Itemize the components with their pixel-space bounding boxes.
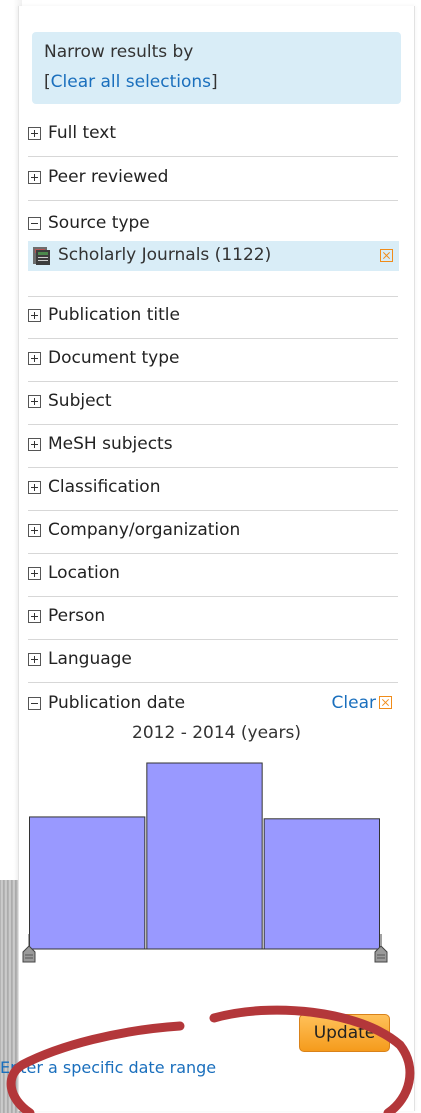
minus-box-icon[interactable]: [28, 217, 41, 230]
histogram-bar[interactable]: [263, 818, 381, 950]
plus-box-icon[interactable]: [28, 395, 41, 408]
facet-source-type: Source type Scholarly Journals (1122): [28, 204, 399, 297]
facet-label: Peer reviewed: [48, 167, 169, 187]
facet-subject[interactable]: Subject: [28, 382, 398, 425]
date-histogram[interactable]: [19, 746, 414, 986]
facet-location[interactable]: Location: [28, 554, 398, 597]
plus-box-icon[interactable]: [28, 524, 41, 537]
histogram-bar[interactable]: [29, 816, 146, 950]
plus-box-icon[interactable]: [28, 481, 41, 494]
plus-box-icon[interactable]: [28, 438, 41, 451]
facet-label: Full text: [48, 123, 117, 143]
narrow-results-title: Narrow results by: [44, 42, 194, 62]
facet-document-type[interactable]: Document type: [28, 339, 398, 382]
plus-box-icon[interactable]: [28, 653, 41, 666]
facet-label: MeSH subjects: [48, 434, 173, 454]
narrow-results-box: Narrow results by [Clear all selections]: [32, 32, 401, 104]
facet-mesh-subjects[interactable]: MeSH subjects: [28, 425, 398, 468]
journal-icon: [33, 247, 50, 265]
plus-box-icon[interactable]: [28, 309, 41, 322]
minus-box-icon[interactable]: [28, 697, 41, 710]
histogram-bar[interactable]: [146, 762, 263, 950]
facet-company-organization[interactable]: Company/organization: [28, 511, 398, 554]
remove-x-icon[interactable]: [379, 696, 392, 709]
facet-label: Document type: [48, 348, 180, 368]
facet-label: Language: [48, 649, 132, 669]
facet-language[interactable]: Language: [28, 640, 398, 683]
facet-panel: Narrow results by [Clear all selections]…: [18, 6, 415, 1111]
facet-label: Publication date: [48, 693, 186, 713]
clear-all-bracket-open: [: [44, 72, 51, 92]
plus-box-icon[interactable]: [28, 567, 41, 580]
facet-label: Publication title: [48, 305, 180, 325]
update-button[interactable]: Update: [299, 1014, 390, 1052]
plus-box-icon[interactable]: [28, 352, 41, 365]
facet-label: Location: [48, 563, 120, 583]
facet-peer-reviewed[interactable]: Peer reviewed: [28, 158, 398, 201]
remove-x-icon[interactable]: [380, 249, 393, 262]
facet-classification[interactable]: Classification: [28, 468, 398, 511]
facet-label: Subject: [48, 391, 112, 411]
facet-publication-date: Publication date Clear: [28, 686, 398, 716]
clear-date-link[interactable]: Clear: [332, 693, 376, 713]
facet-label: Company/organization: [48, 520, 241, 540]
plus-box-icon[interactable]: [28, 610, 41, 623]
facet-label: Person: [48, 606, 106, 626]
facet-label: Source type: [48, 213, 150, 233]
plus-box-icon[interactable]: [28, 127, 41, 140]
clear-all-selections: [Clear all selections]: [44, 72, 218, 92]
facet-person[interactable]: Person: [28, 597, 398, 640]
facet-publication-title[interactable]: Publication title: [28, 296, 398, 339]
clear-all-bracket-close: ]: [211, 72, 218, 92]
facet-label: Classification: [48, 477, 161, 497]
selected-scholarly-journals[interactable]: Scholarly Journals (1122): [28, 241, 399, 271]
specific-date-range-link[interactable]: Enter a specific date range: [0, 1058, 216, 1077]
plus-box-icon[interactable]: [28, 171, 41, 184]
facet-full-text[interactable]: Full text: [28, 114, 398, 157]
selected-source-label: Scholarly Journals (1122): [58, 245, 272, 265]
date-range-label: 2012 - 2014 (years): [132, 723, 301, 743]
clear-all-selections-link[interactable]: Clear all selections: [51, 72, 211, 92]
